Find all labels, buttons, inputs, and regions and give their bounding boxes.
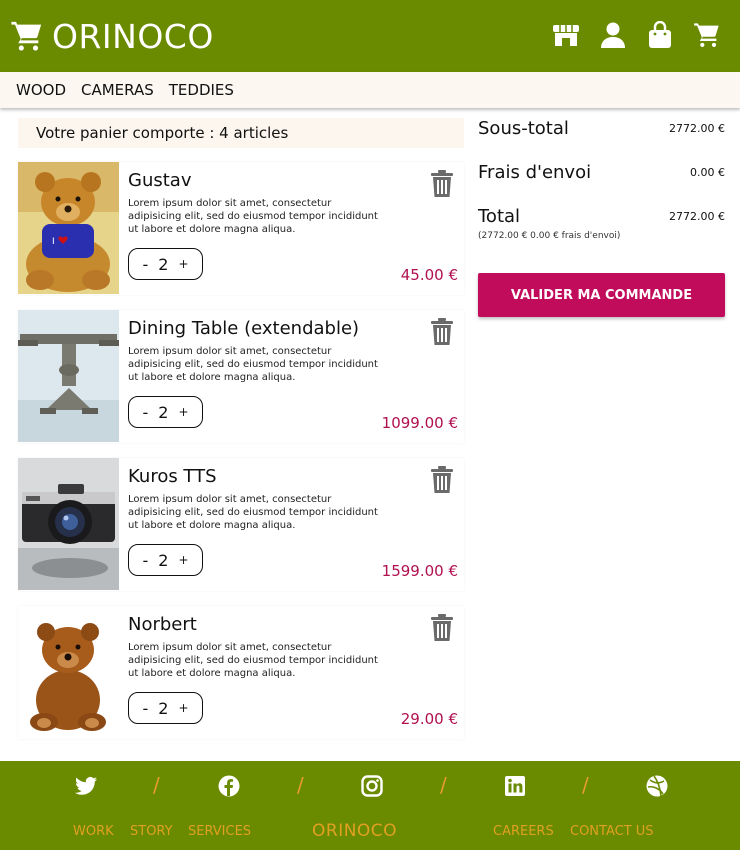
validate-order-button[interactable]: VALIDER MA COMMANDE	[478, 273, 725, 317]
product-price: 1099.00 €	[381, 414, 458, 432]
store-icon[interactable]	[551, 20, 581, 50]
separator: /	[440, 773, 447, 797]
cart-item: Norbert Lorem ipsum dolor sit amet, cons…	[18, 606, 464, 739]
linkedin-icon[interactable]	[503, 774, 527, 798]
total-value: 2772.00 €	[669, 210, 725, 223]
cart-icon[interactable]	[692, 20, 722, 50]
footer-link-contact-us[interactable]: CONTACT US	[570, 824, 654, 839]
quantity-stepper: - 2 +	[128, 692, 203, 724]
increase-quantity-button[interactable]: +	[178, 553, 188, 567]
subtotal-row: Sous-total 2772.00 €	[478, 118, 725, 162]
twitter-icon[interactable]	[74, 774, 98, 798]
trash-icon[interactable]	[430, 466, 454, 494]
product-image	[18, 310, 119, 442]
instagram-icon[interactable]	[360, 774, 384, 798]
total-label: Total	[478, 206, 521, 227]
cart-item: Kuros TTS Lorem ipsum dolor sit amet, co…	[18, 458, 464, 591]
nav-item-wood[interactable]: WOOD	[16, 81, 66, 99]
header-icons	[551, 20, 722, 50]
shipping-row: Frais d'envoi 0.00 €	[478, 162, 725, 206]
trash-icon[interactable]	[430, 614, 454, 642]
product-name: Norbert	[128, 614, 197, 635]
dribbble-icon[interactable]	[645, 774, 669, 798]
product-description: Lorem ipsum dolor sit amet, consectetur …	[128, 494, 378, 531]
site-title: ORINOCO	[52, 16, 214, 56]
total-detail: (2772.00 € 0.00 € frais d'envoi)	[478, 231, 621, 241]
product-image	[18, 458, 119, 590]
product-description: Lorem ipsum dolor sit amet, consectetur …	[128, 346, 378, 383]
product-name: Gustav	[128, 170, 192, 191]
shopping-bag-icon[interactable]	[645, 20, 675, 50]
separator: /	[297, 773, 304, 797]
quantity-value: 2	[158, 550, 169, 570]
brand[interactable]: ORINOCO	[10, 17, 214, 56]
cart-item: I Gustav Lorem ipsum dolor sit amet, con…	[18, 162, 464, 295]
increase-quantity-button[interactable]: +	[178, 405, 188, 419]
nav-item-teddies[interactable]: TEDDIES	[169, 81, 234, 99]
product-price: 29.00 €	[400, 710, 458, 728]
quantity-stepper: - 2 +	[128, 248, 203, 280]
separator: /	[153, 773, 160, 797]
header: ORINOCO	[0, 0, 740, 72]
trash-icon[interactable]	[430, 170, 454, 198]
subtotal-label: Sous-total	[478, 118, 569, 139]
product-name: Dining Table (extendable)	[128, 318, 360, 339]
cart-logo-icon	[11, 21, 42, 51]
quantity-stepper: - 2 +	[128, 396, 203, 428]
product-image	[18, 606, 119, 738]
category-nav: WOOD CAMERAS TEDDIES	[0, 72, 740, 108]
quantity-value: 2	[158, 254, 169, 274]
quantity-stepper: - 2 +	[128, 544, 203, 576]
product-description: Lorem ipsum dolor sit amet, consectetur …	[128, 198, 378, 235]
footer-brand[interactable]: ORINOCO	[312, 821, 397, 841]
shipping-label: Frais d'envoi	[478, 162, 592, 183]
product-image: I	[18, 162, 119, 294]
svg-text:I: I	[52, 237, 55, 247]
facebook-icon[interactable]	[217, 774, 241, 798]
decrease-quantity-button[interactable]: -	[142, 403, 148, 422]
trash-icon[interactable]	[430, 318, 454, 346]
footer: / / / / WORK STORY SERVICES ORINOCO CARE…	[0, 761, 740, 850]
nav-item-cameras[interactable]: CAMERAS	[81, 81, 154, 99]
decrease-quantity-button[interactable]: -	[142, 699, 148, 718]
quantity-value: 2	[158, 402, 169, 422]
footer-link-careers[interactable]: CAREERS	[493, 824, 554, 839]
footer-link-work[interactable]: WORK	[73, 824, 114, 839]
product-price: 45.00 €	[400, 266, 458, 284]
user-icon[interactable]	[598, 20, 628, 50]
shipping-value: 0.00 €	[690, 166, 725, 179]
subtotal-value: 2772.00 €	[669, 122, 725, 135]
footer-link-services[interactable]: SERVICES	[188, 824, 251, 839]
decrease-quantity-button[interactable]: -	[142, 551, 148, 570]
product-description: Lorem ipsum dolor sit amet, consectetur …	[128, 642, 378, 679]
increase-quantity-button[interactable]: +	[178, 257, 188, 271]
order-summary: Sous-total 2772.00 € Frais d'envoi 0.00 …	[478, 118, 725, 317]
product-price: 1599.00 €	[381, 562, 458, 580]
cart-item: Dining Table (extendable) Lorem ipsum do…	[18, 310, 464, 443]
footer-link-story[interactable]: STORY	[130, 824, 173, 839]
total-row: Total 2772.00 €	[478, 206, 725, 250]
increase-quantity-button[interactable]: +	[178, 701, 188, 715]
cart-count-banner: Votre panier comporte : 4 articles	[18, 118, 464, 148]
decrease-quantity-button[interactable]: -	[142, 255, 148, 274]
product-name: Kuros TTS	[128, 466, 217, 487]
separator: /	[582, 773, 589, 797]
quantity-value: 2	[158, 698, 169, 718]
